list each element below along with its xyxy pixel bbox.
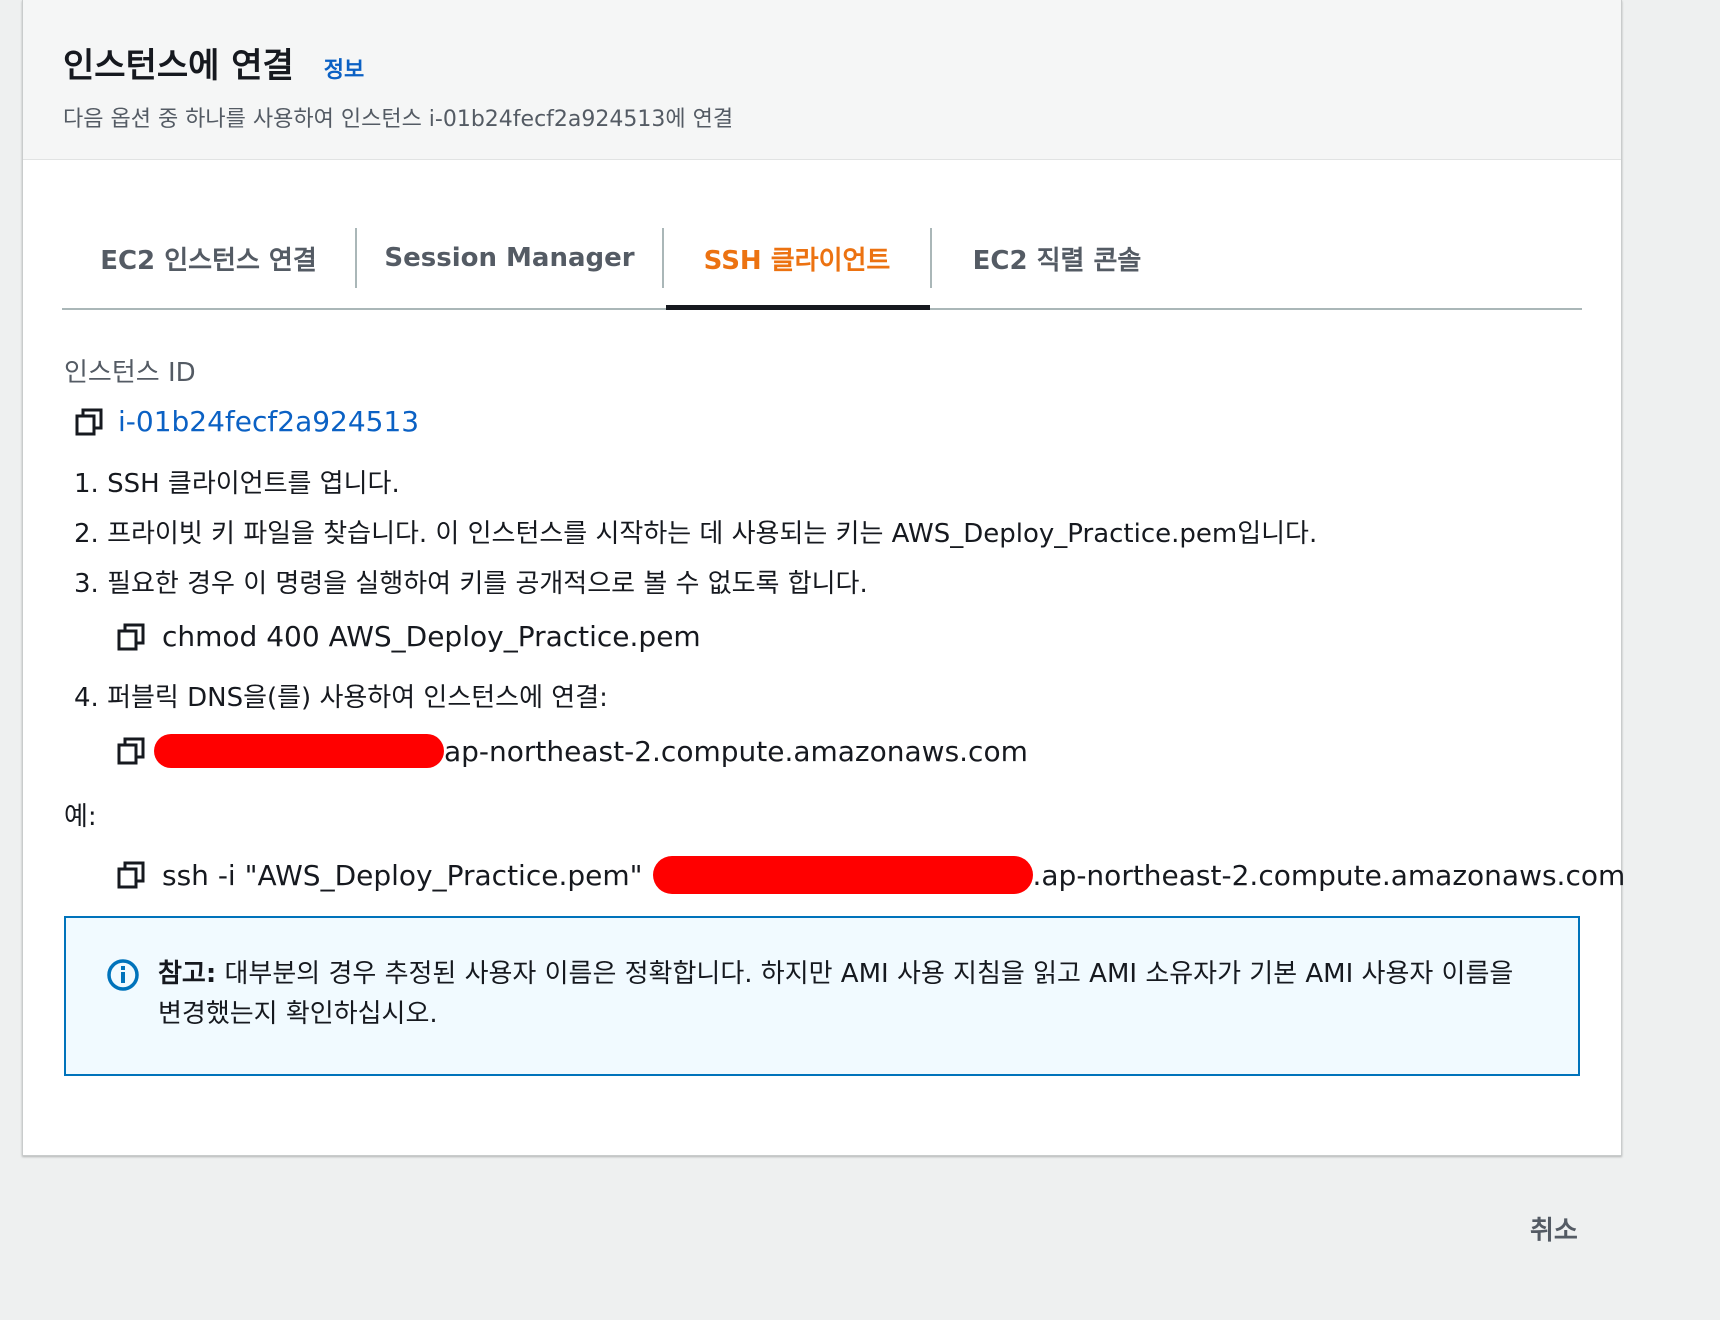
alert-body: 대부분의 경우 추정된 사용자 이름은 정확합니다. 하지만 AMI 사용 지침…	[158, 959, 1514, 1029]
public-dns-suffix: ap-northeast-2.compute.amazonaws.com	[444, 734, 1028, 768]
instance-id-link[interactable]: i-01b24fecf2a924513	[118, 405, 419, 438]
tab-label: EC2 인스턴스 연결	[100, 245, 317, 276]
ssh-example-prefix: ssh -i "AWS_Deploy_Practice.pem"	[162, 858, 643, 892]
info-icon	[106, 958, 140, 992]
tab-ssh-client[interactable]: SSH 클라이언트	[664, 218, 930, 310]
tab-ec2-serial-console[interactable]: EC2 직렬 콘솔	[932, 218, 1182, 308]
redaction-mark	[154, 734, 444, 768]
copy-icon[interactable]	[116, 622, 146, 652]
ssh-example-row: ssh -i "AWS_Deploy_Practice.pem" .ap-nor…	[116, 856, 1625, 894]
example-label: 예:	[64, 802, 97, 832]
tab-label: EC2 직렬 콘솔	[972, 245, 1142, 276]
page-subtitle: 다음 옵션 중 하나를 사용하여 인스턴스 i-01b24fecf2a92451…	[63, 107, 734, 132]
copy-icon[interactable]	[116, 860, 146, 890]
chmod-command-row: chmod 400 AWS_Deploy_Practice.pem	[116, 620, 701, 653]
cancel-button[interactable]: 취소	[1530, 1210, 1578, 1247]
alert-title: 참고:	[158, 959, 217, 989]
copy-icon[interactable]	[74, 407, 104, 437]
panel-header: 인스턴스에 연결 정보 다음 옵션 중 하나를 사용하여 인스턴스 i-01b2…	[23, 0, 1621, 160]
step-item: 1. SSH 클라이언트를 엽니다.	[74, 469, 400, 499]
chmod-command: chmod 400 AWS_Deploy_Practice.pem	[162, 620, 701, 653]
alert-text: 참고: 대부분의 경우 추정된 사용자 이름은 정확합니다. 하지만 AMI 사…	[158, 954, 1518, 1074]
tab-ec2-instance-connect[interactable]: EC2 인스턴스 연결	[62, 218, 355, 308]
instance-id-row: i-01b24fecf2a924513	[74, 405, 419, 438]
tab-session-manager[interactable]: Session Manager	[357, 218, 662, 308]
tab-label: Session Manager	[384, 243, 635, 273]
page-title: 인스턴스에 연결	[63, 46, 294, 86]
copy-icon[interactable]	[116, 736, 146, 766]
redaction-mark	[652, 856, 1033, 894]
title-row: 인스턴스에 연결 정보	[63, 38, 1621, 87]
step-item: 3. 필요한 경우 이 명령을 실행하여 키를 공개적으로 볼 수 없도록 합니…	[74, 569, 868, 599]
tab-label: SSH 클라이언트	[703, 245, 891, 276]
step-item: 2. 프라이빗 키 파일을 찾습니다. 이 인스턴스를 시작하는 데 사용되는 …	[74, 519, 1318, 549]
ssh-example-suffix: .ap-northeast-2.compute.amazonaws.com	[1032, 858, 1626, 892]
info-alert: 참고: 대부분의 경우 추정된 사용자 이름은 정확합니다. 하지만 AMI 사…	[64, 916, 1580, 1076]
step-item: 4. 퍼블릭 DNS을(를) 사용하여 인스턴스에 연결:	[74, 683, 608, 713]
instance-id-label: 인스턴스 ID	[64, 358, 196, 388]
connection-method-tabs: EC2 인스턴스 연결 Session Manager SSH 클라이언트 EC…	[62, 218, 1582, 310]
info-link[interactable]: 정보	[324, 52, 364, 84]
public-dns-row: ap-northeast-2.compute.amazonaws.com	[116, 734, 1028, 768]
